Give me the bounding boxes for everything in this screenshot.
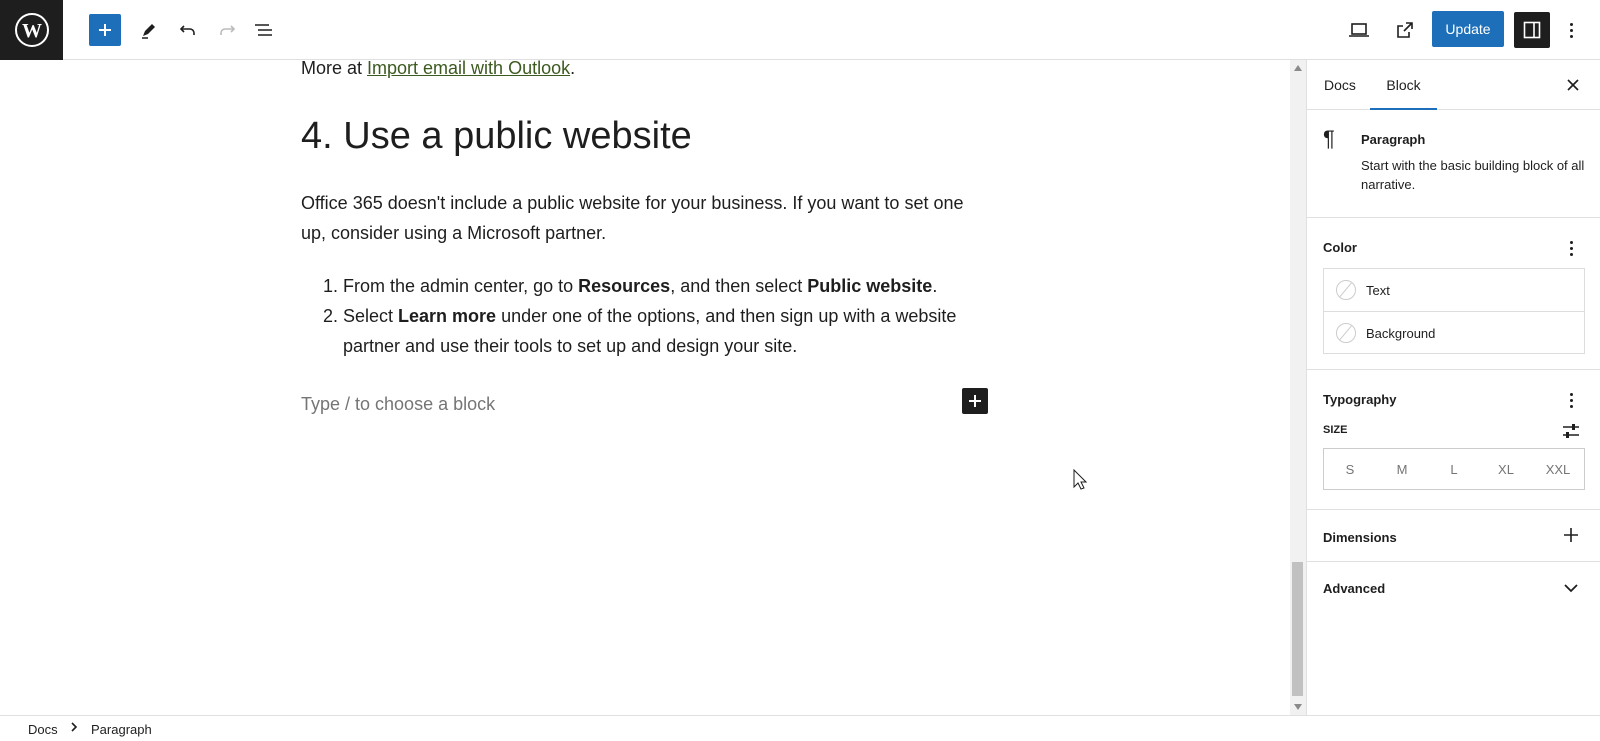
more-suffix: .	[570, 60, 576, 78]
color-panel: Color Text Background	[1307, 218, 1600, 370]
typography-panel-title: Typography	[1323, 392, 1397, 407]
redo-icon[interactable]	[211, 14, 243, 46]
mouse-cursor-icon	[1073, 468, 1088, 496]
size-option[interactable]: L	[1428, 449, 1480, 489]
font-size-picker: S M L XL XXL	[1323, 448, 1585, 490]
update-button[interactable]: Update	[1432, 11, 1504, 47]
canvas-scrollbar[interactable]	[1290, 60, 1306, 715]
block-card: ¶ Paragraph Start with the basic buildin…	[1307, 110, 1600, 218]
sidebar-tabs: Docs Block	[1307, 60, 1600, 110]
color-panel-title: Color	[1323, 240, 1357, 255]
custom-size-sliders-icon[interactable]	[1561, 422, 1581, 445]
breadcrumb-docs[interactable]: Docs	[28, 722, 58, 737]
more-at-paragraph[interactable]: More at Import email with Outlook.	[301, 60, 991, 83]
advanced-panel[interactable]: Advanced	[1307, 562, 1600, 614]
color-settings-box: Text Background	[1323, 268, 1585, 354]
settings-sidebar-toggle[interactable]	[1514, 12, 1550, 48]
size-option[interactable]: XL	[1480, 449, 1532, 489]
scroll-up-arrow-icon[interactable]	[1290, 60, 1306, 76]
settings-sidebar: Docs Block ¶ Paragraph Start with the ba…	[1306, 60, 1600, 715]
background-color-option[interactable]: Background	[1324, 311, 1584, 354]
size-option[interactable]: M	[1376, 449, 1428, 489]
scroll-down-arrow-icon[interactable]	[1290, 699, 1306, 715]
chevron-down-icon[interactable]	[1563, 581, 1579, 599]
tab-docs[interactable]: Docs	[1324, 60, 1356, 110]
pilcrow-icon: ¶	[1323, 126, 1335, 151]
section-heading[interactable]: 4. Use a public website	[301, 108, 991, 164]
wordpress-logo-icon[interactable]: W	[0, 0, 63, 60]
chevron-right-icon	[70, 721, 78, 736]
empty-swatch-icon	[1336, 280, 1356, 300]
background-color-label: Background	[1366, 325, 1436, 341]
more-prefix: More at	[301, 60, 368, 78]
tab-block[interactable]: Block	[1370, 60, 1437, 110]
preview-device-icon[interactable]	[1343, 14, 1375, 46]
size-label: SIZE	[1323, 424, 1348, 436]
view-post-external-icon[interactable]	[1389, 14, 1421, 46]
steps-list[interactable]: From the admin center, go to Resources, …	[301, 271, 991, 361]
plus-icon[interactable]	[1563, 527, 1579, 548]
block-inserter-button[interactable]	[89, 14, 121, 46]
empty-swatch-icon	[1336, 323, 1356, 343]
block-description: Start with the basic building block of a…	[1361, 158, 1585, 192]
list-item[interactable]: From the admin center, go to Resources, …	[343, 271, 991, 301]
outlook-import-link[interactable]: Import email with Outlook	[367, 60, 570, 78]
advanced-panel-title: Advanced	[1323, 581, 1386, 596]
dimensions-panel-title: Dimensions	[1323, 530, 1397, 545]
editor-toolbar: W Update	[0, 0, 1600, 60]
svg-text:W: W	[22, 20, 42, 42]
breadcrumb-paragraph[interactable]: Paragraph	[91, 722, 152, 737]
dimensions-panel[interactable]: Dimensions	[1307, 510, 1600, 562]
block-placeholder[interactable]: Type / to choose a block	[301, 389, 991, 419]
typography-options-icon[interactable]	[1563, 390, 1579, 410]
edit-pencil-icon[interactable]	[133, 14, 165, 46]
size-option[interactable]: S	[1324, 449, 1376, 489]
public-website-paragraph[interactable]: Office 365 doesn't include a public webs…	[301, 188, 991, 248]
list-item[interactable]: Select Learn more under one of the optio…	[343, 301, 991, 361]
text-color-label: Text	[1366, 282, 1390, 298]
size-option[interactable]: XXL	[1532, 449, 1584, 489]
text-color-option[interactable]: Text	[1324, 269, 1584, 311]
color-options-icon[interactable]	[1563, 238, 1579, 258]
document-overview-icon[interactable]	[248, 14, 280, 46]
editor-canvas: More at Import email with Outlook. 4. Us…	[0, 60, 1290, 715]
close-icon[interactable]	[1563, 75, 1583, 95]
add-block-button[interactable]	[962, 388, 988, 414]
undo-icon[interactable]	[172, 14, 204, 46]
block-title: Paragraph	[1361, 132, 1426, 147]
typography-panel: Typography SIZE S M L XL XXL	[1307, 370, 1600, 510]
scrollbar-thumb[interactable]	[1292, 562, 1303, 696]
options-menu-icon[interactable]	[1563, 20, 1579, 40]
block-breadcrumb: Docs Paragraph	[0, 715, 1600, 741]
